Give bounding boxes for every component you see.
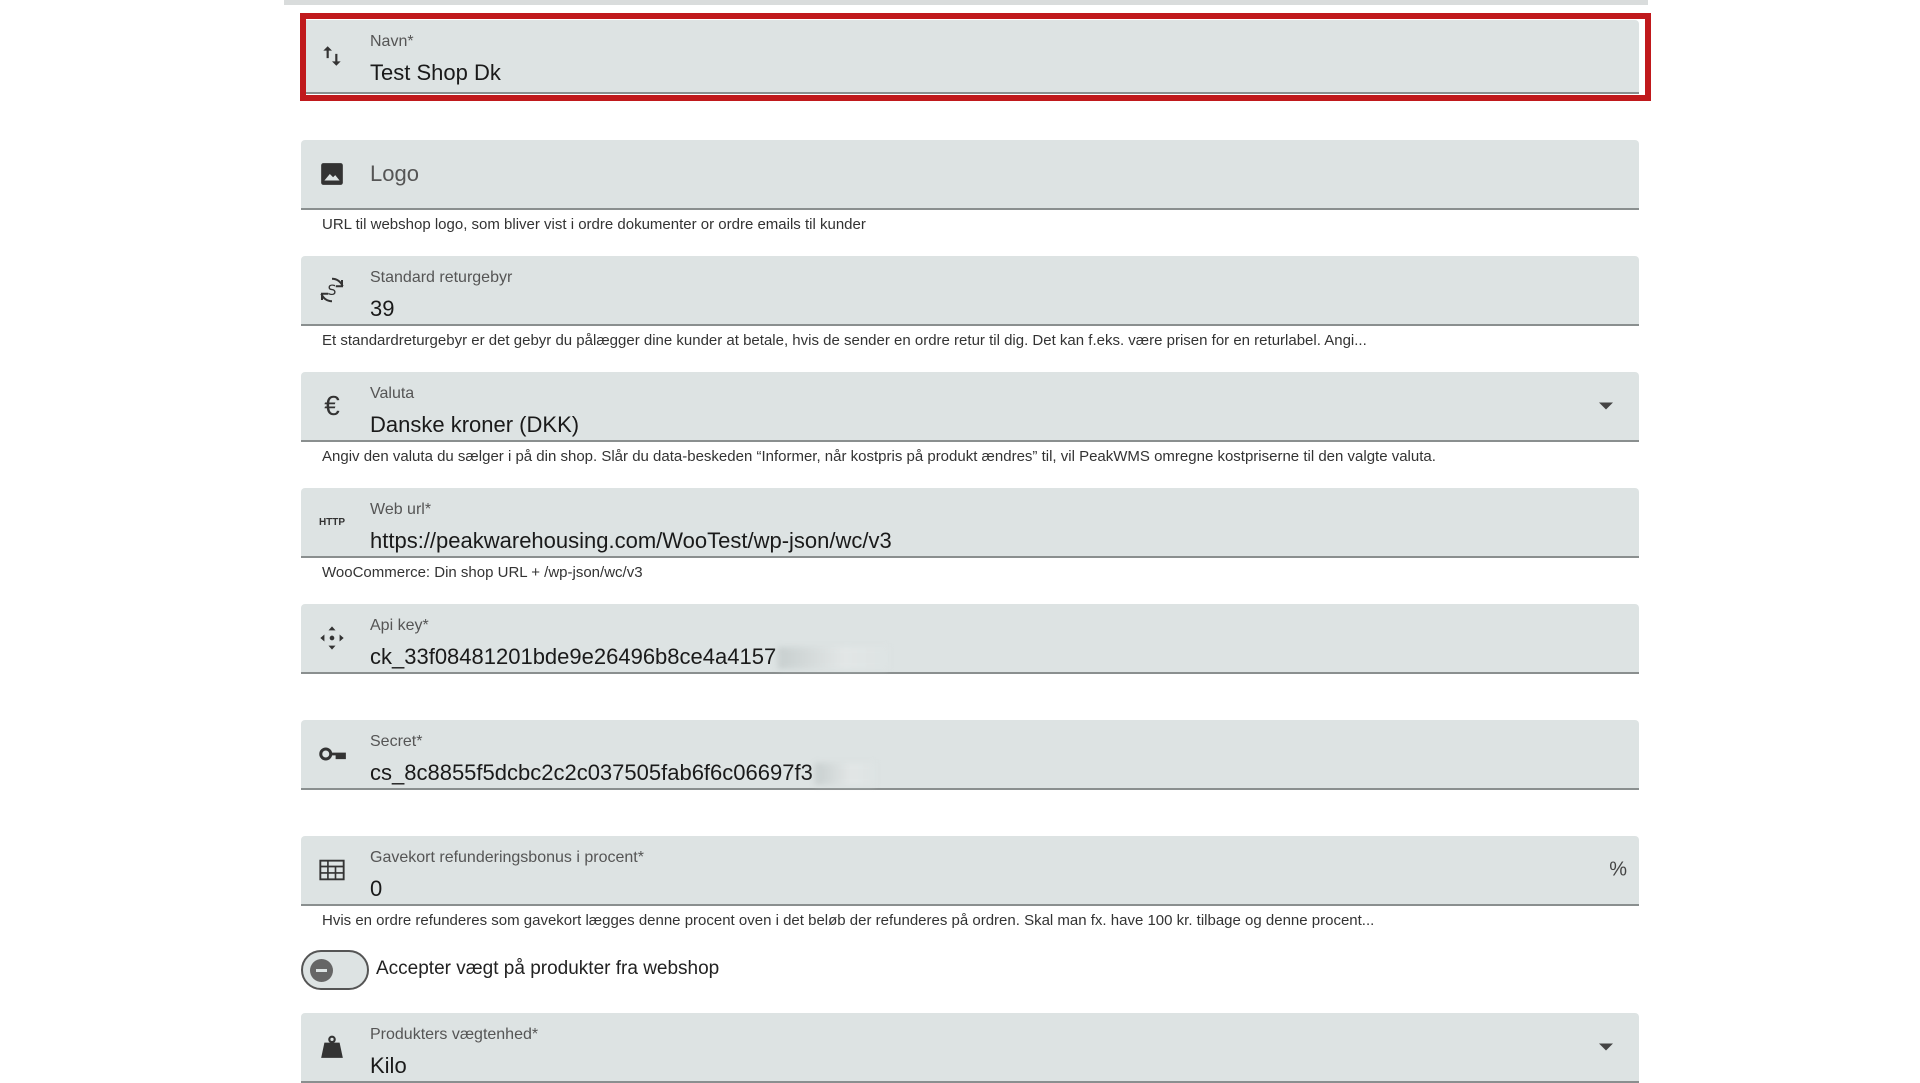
web-url-value[interactable]: https://peakwarehousing.com/WooTest/wp-j…	[370, 528, 892, 554]
giftcard-bonus-field[interactable]: Gavekort refunderingsbonus i procent* 0 …	[301, 836, 1639, 906]
currency-select[interactable]: € Valuta Danske kroner (DKK)	[301, 372, 1639, 442]
euro-icon: €	[324, 390, 340, 421]
api-key-value[interactable]: ck_33f08481201bde9e26496b8ce4a4157	[370, 644, 889, 670]
currency-exchange-icon: S	[317, 275, 347, 305]
logo-helper: URL til webshop logo, som bliver vist i …	[322, 216, 866, 233]
currency-label: Valuta	[370, 385, 415, 402]
svg-text:S: S	[328, 283, 337, 299]
top-divider	[284, 0, 1648, 5]
secret-label: Secret*	[370, 733, 423, 750]
api-key-field[interactable]: Api key* ck_33f08481201bde9e26496b8ce4a4…	[301, 604, 1639, 674]
image-icon	[317, 159, 347, 189]
currency-value[interactable]: Danske kroner (DKK)	[370, 412, 579, 438]
secret-value[interactable]: cs_8c8855f5dcbc2c2c037505fab6f6c06697f3	[370, 760, 875, 786]
return-fee-helper: Et standardreturgebyr er det gebyr du på…	[322, 332, 1367, 349]
secret-text: cs_8c8855f5dcbc2c2c037505fab6f6c06697f3	[370, 760, 813, 785]
key-icon	[317, 739, 347, 769]
secret-field[interactable]: Secret* cs_8c8855f5dcbc2c2c037505fab6f6c…	[301, 720, 1639, 790]
weight-unit-label: Produkters vægtenhed*	[370, 1026, 539, 1043]
api-key-label: Api key*	[370, 617, 429, 634]
http-icon: HTTP	[318, 516, 346, 528]
chevron-down-icon[interactable]	[1599, 402, 1613, 410]
api-key-text: ck_33f08481201bde9e26496b8ce4a4157	[370, 644, 777, 669]
percent-suffix: %	[1609, 858, 1627, 881]
redacted-blur	[778, 647, 889, 670]
accept-weight-toggle[interactable]	[301, 950, 369, 990]
currency-helper: Angiv den valuta du sælger i på din shop…	[322, 448, 1436, 465]
accept-weight-label: Accepter vægt på produkter fra webshop	[376, 958, 720, 979]
web-url-label: Web url*	[370, 501, 432, 518]
logo-field[interactable]: Logo	[301, 140, 1639, 210]
return-fee-label: Standard returgebyr	[370, 269, 513, 286]
toggle-knob	[310, 959, 333, 982]
calendar-grid-icon	[317, 855, 347, 885]
giftcard-bonus-helper: Hvis en ordre refunderes som gavekort læ…	[322, 912, 1375, 929]
web-url-helper: WooCommerce: Din shop URL + /wp-json/wc/…	[322, 564, 643, 581]
chevron-down-icon[interactable]	[1599, 1043, 1613, 1051]
weight-icon	[317, 1032, 347, 1062]
web-url-field[interactable]: HTTP Web url* https://peakwarehousing.co…	[301, 488, 1639, 558]
move-arrows-icon	[317, 623, 347, 653]
giftcard-bonus-value[interactable]: 0	[370, 876, 382, 902]
redacted-blur	[814, 763, 875, 786]
return-fee-field[interactable]: S Standard returgebyr 39	[301, 256, 1639, 326]
logo-placeholder: Logo	[370, 161, 419, 186]
return-fee-value[interactable]: 39	[370, 296, 394, 322]
weight-unit-select[interactable]: Produkters vægtenhed* Kilo	[301, 1013, 1639, 1083]
giftcard-bonus-label: Gavekort refunderingsbonus i procent*	[370, 849, 644, 866]
highlight-frame	[300, 13, 1651, 101]
weight-unit-value[interactable]: Kilo	[370, 1053, 407, 1079]
